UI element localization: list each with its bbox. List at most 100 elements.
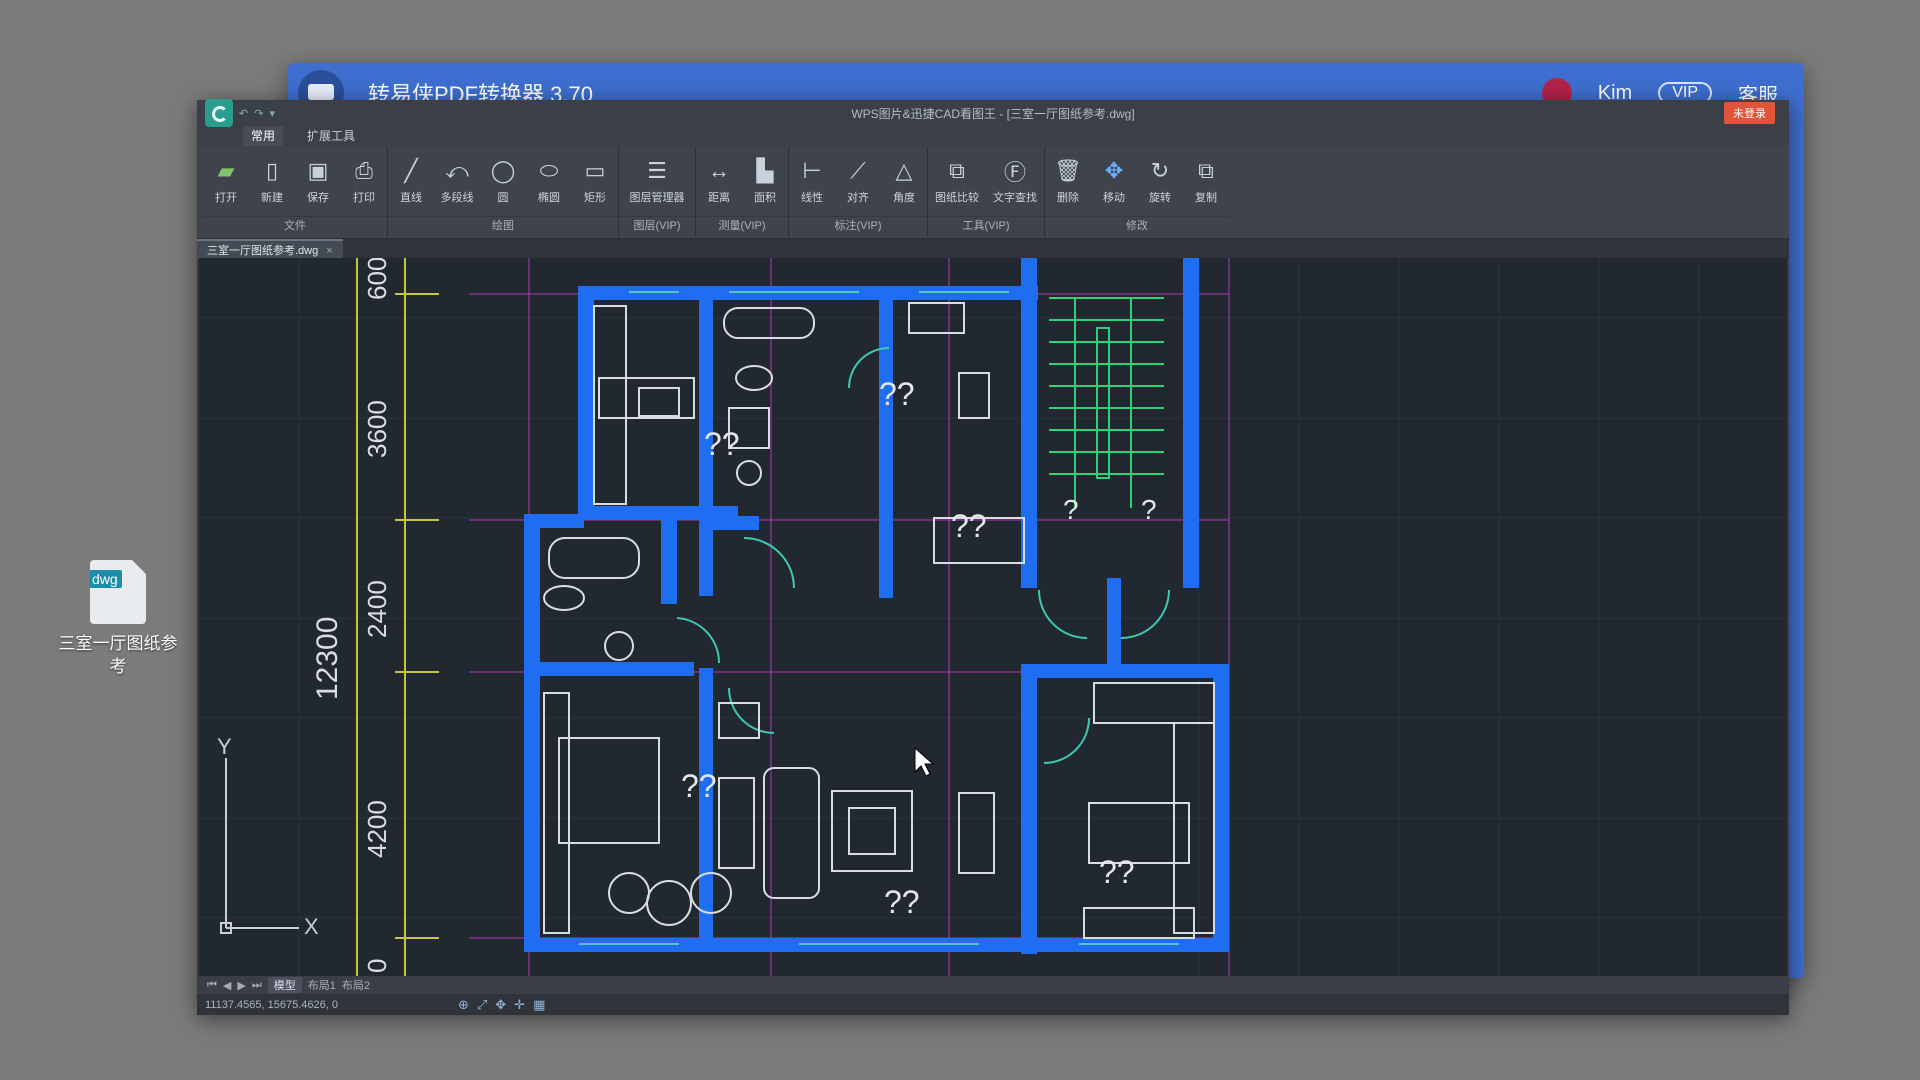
copy-button[interactable]: ⧉ 复制 [1183,157,1229,205]
room-label: ?? [681,768,717,804]
compare-icon: ⧉ [949,158,965,183]
pan-icon[interactable]: ✥ [495,997,506,1013]
group-label-tools: 工具(VIP) [928,216,1044,235]
group-label-measure: 测量(VIP) [696,216,788,235]
last-icon[interactable]: ⏭ [252,979,262,992]
save-button[interactable]: ▣ 保存 [295,157,341,205]
polyline-button[interactable]: ⤺ 多段线 [434,157,480,205]
ellipse-icon: ⬭ [539,158,559,183]
move-button[interactable]: ✥ 移动 [1091,157,1137,205]
polyline-icon: ⤺ [445,158,469,183]
dropdown-icon[interactable]: ▾ [269,107,275,120]
layout-tabs-bar: ⏮ ◀ ▶ ⏭ 模型 布局1 布局2 [197,976,1789,994]
layout-tab-1[interactable]: 布局1 [308,977,336,993]
ribbon-group-tools: ⧉ 图纸比较 Ⓕ 文字查找 工具(VIP) [928,146,1045,238]
doors [676,347,1170,764]
undo-icon[interactable]: ↶ [239,107,248,120]
angle-icon: △ [895,158,913,183]
ellipse-button[interactable]: ⬭ 椭圆 [526,157,572,205]
new-button[interactable]: ▯ 新建 [249,157,295,205]
floor-plan-drawing [199,258,1787,976]
room-label: ?? [884,884,920,920]
redo-icon[interactable]: ↷ [254,107,263,120]
mouse-cursor-icon [914,746,935,777]
copy-icon: ⧉ [1198,158,1214,183]
desktop-file-icon[interactable]: dwg 三室一厅图纸参考 [58,560,178,678]
prev-icon[interactable]: ◀ [223,979,231,992]
ribbon-group-dimension: ⊢ 线性 ⟋ 对齐 △ 角度 标注(VIP) [789,146,928,238]
document-tabs: 三室一厅图纸参考.dwg × [197,239,1789,259]
print-button[interactable]: ⎙ 打印 [341,157,387,205]
fit-icon[interactable]: ⤢ [477,997,487,1013]
file-name-label: 三室一厅图纸参考 [58,634,178,676]
circle-button[interactable]: ◯ 圆 [480,157,526,205]
document-tab-label: 三室一厅图纸参考.dwg [207,245,319,257]
room-label: ? [1141,494,1157,525]
open-button[interactable]: ▰ 打开 [203,157,249,205]
zoom-icon[interactable]: ⊕ [458,997,469,1013]
room-label: ?? [704,426,740,462]
rectangle-button[interactable]: ▭ 矩形 [572,157,618,205]
drawing-canvas[interactable]: 12300 600 3600 2400 4200 0 ?? ?? ?? ? ? … [199,258,1787,976]
area-icon: ▙ [756,158,774,183]
area-button[interactable]: ▙ 面积 [742,157,788,205]
layers-icon: ☰ [647,158,667,183]
axis-label-x: X [304,914,319,939]
group-label-layer: 图层(VIP) [619,216,695,235]
layout-tab-model[interactable]: 模型 [267,977,302,993]
circle-icon: ◯ [490,158,516,183]
aligned-dim-icon: ⟋ [850,158,866,183]
move-icon: ✥ [1104,158,1124,183]
dimension-label-4200: 4200 [362,800,392,858]
linear-dim-button[interactable]: ⊢ 线性 [789,157,835,205]
grid-icon[interactable]: ▦ [533,997,545,1013]
rotate-icon: ↻ [1150,158,1170,183]
layer-manager-button[interactable]: ☰ 图层管理器 [619,157,695,205]
first-icon[interactable]: ⏮ [207,979,217,992]
text-search-icon: Ⓕ [1003,160,1026,185]
distance-icon: ↔ [708,158,730,183]
document-tab[interactable]: 三室一厅图纸参考.dwg × [197,239,343,259]
new-file-icon: ▯ [265,158,279,183]
dimension-label-0: 0 [362,958,392,973]
group-label-dimension: 标注(VIP) [789,216,927,235]
dimension-label-3600: 3600 [362,400,392,458]
compare-button[interactable]: ⧉ 图纸比较 [928,157,986,205]
snap-icon[interactable]: ✛ [514,997,525,1013]
close-icon[interactable]: × [326,245,332,257]
text-find-button[interactable]: Ⓕ 文字查找 [986,157,1044,205]
save-icon: ▣ [307,158,329,183]
tab-common[interactable]: 常用 [243,126,284,146]
ucs-axis-icon [220,758,299,934]
group-label-modify: 修改 [1045,216,1229,235]
delete-button[interactable]: 🗑 删除 [1045,157,1091,205]
next-icon[interactable]: ▶ [237,979,245,992]
ribbon-tabs: 常用 扩展工具 [197,126,1789,146]
line-button[interactable]: ╱ 直线 [388,157,434,205]
ribbon-group-measure: ↔ 距离 ▙ 面积 测量(VIP) [696,146,789,238]
cad-window: ↶ ↷ ▾ WPS图片&迅捷CAD看图王 - [三室一厅图纸参考.dwg] 未登… [197,99,1789,1015]
dimension-label-overall: 12300 [311,616,344,700]
layout-tab-2[interactable]: 布局2 [342,977,370,993]
printer-icon: ⎙ [355,158,373,183]
group-label-draw: 绘图 [388,216,618,235]
group-label-file: 文件 [203,216,387,235]
ribbon-group-file: ▰ 打开 ▯ 新建 ▣ 保存 ⎙ 打印 文件 [203,146,388,238]
room-label: ?? [1099,854,1135,890]
rectangle-icon: ▭ [584,158,606,183]
tab-extensions[interactable]: 扩展工具 [299,126,363,146]
angle-dim-button[interactable]: △ 角度 [881,157,927,205]
room-label: ? [1063,494,1079,525]
status-bar: 11137.4565, 15675.4626, 0 ⊕ ⤢ ✥ ✛ ▦ [197,994,1789,1015]
rotate-button[interactable]: ↻ 旋转 [1137,157,1183,205]
distance-button[interactable]: ↔ 距离 [696,157,742,205]
ribbon: ▰ 打开 ▯ 新建 ▣ 保存 ⎙ 打印 文件 ╱ 直线 ⤺ 多段线 ◯ 圆 ⬭ 椭圆 ▭ 矩形 绘… [197,146,1789,239]
coordinate-readout: 11137.4565, 15675.4626, 0 [205,998,338,1011]
cad-title-bar: ↶ ↷ ▾ WPS图片&迅捷CAD看图王 - [三室一厅图纸参考.dwg] 未登… [197,99,1789,127]
login-button[interactable]: 未登录 [1724,102,1775,124]
linear-dim-icon: ⊢ [802,158,822,183]
ribbon-group-draw: ╱ 直线 ⤺ 多段线 ◯ 圆 ⬭ 椭圆 ▭ 矩形 绘图 [388,146,619,238]
cad-app-icon[interactable] [205,99,233,127]
aligned-dim-button[interactable]: ⟋ 对齐 [835,157,881,205]
cad-window-title: WPS图片&迅捷CAD看图王 - [三室一厅图纸参考.dwg] [851,106,1135,121]
